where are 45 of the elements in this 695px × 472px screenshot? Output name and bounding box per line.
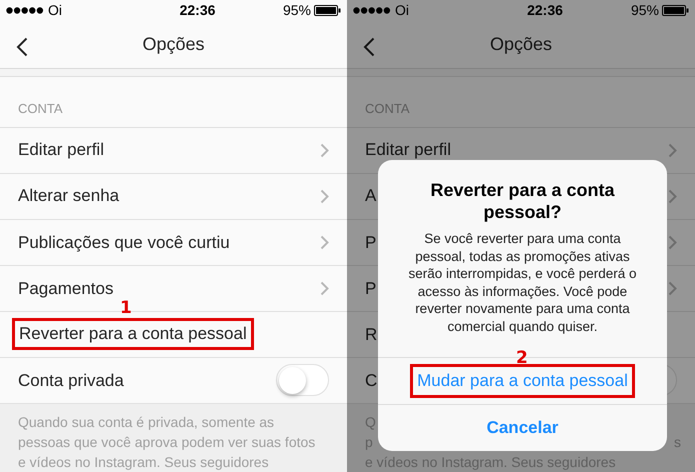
carrier-name: Oi <box>48 1 62 20</box>
battery-icon <box>314 5 341 16</box>
signal-icon <box>353 7 391 14</box>
dialog-action-button[interactable]: Mudar para a conta pessoal <box>410 364 635 398</box>
chevron-right-icon <box>320 188 329 204</box>
row-label[interactable]: Alterar senha <box>18 183 120 209</box>
chevron-right-icon <box>320 280 329 296</box>
annotation-number: 1 <box>120 297 132 320</box>
page-title: Opções <box>142 33 205 56</box>
row-label[interactable]: R <box>365 322 378 348</box>
battery-percent: 95% <box>630 1 659 20</box>
back-icon[interactable] <box>363 36 375 57</box>
page-title: Opções <box>490 33 552 56</box>
footer-text: Quando sua conta é privada, somente as <box>18 412 274 432</box>
chevron-right-icon <box>668 234 677 250</box>
clock-time: 22:36 <box>180 1 216 20</box>
chevron-right-icon <box>668 142 677 158</box>
footer-text: e vídeos no Instagram. Seus seguidores <box>18 452 269 472</box>
battery-percent: 95% <box>282 1 311 20</box>
signal-icon <box>6 7 44 14</box>
row-label[interactable]: Pagamentos <box>18 276 114 302</box>
section-header: CONTA <box>365 100 410 118</box>
row-label[interactable]: P <box>365 276 376 302</box>
row-label[interactable]: Conta privada <box>18 368 124 394</box>
chevron-right-icon <box>668 280 677 296</box>
battery-icon <box>662 5 689 16</box>
row-label[interactable]: Editar perfil <box>18 137 104 163</box>
row-label[interactable]: C <box>365 368 378 394</box>
chevron-right-icon <box>320 142 329 158</box>
row-label[interactable]: Reverter para a conta pessoal <box>12 318 254 350</box>
back-icon[interactable] <box>16 36 28 57</box>
chevron-right-icon <box>320 234 329 250</box>
dialog-action-button[interactable]: Cancelar <box>486 415 558 441</box>
clock-time: 22:36 <box>527 1 563 20</box>
row-label[interactable]: Publicações que você curtiu <box>18 230 230 255</box>
chevron-right-icon <box>668 188 677 204</box>
carrier-name: Oi <box>395 1 409 20</box>
footer-text: pessoas que você aprova podem ver suas fotos <box>18 432 316 452</box>
toggle-switch[interactable] <box>276 364 329 396</box>
row-label[interactable]: Editar perfil <box>365 137 451 163</box>
row-label[interactable]: P <box>365 230 376 255</box>
dialog-title: Reverter para a conta pessoal? <box>429 179 616 223</box>
row-label[interactable]: A <box>365 183 376 209</box>
section-header: CONTA <box>18 100 63 118</box>
dialog-message: Se você reverter para uma conta pessoal, todas as promoções ativas serão interrompidas, e você perderá o acesso às informações. Você pode reverter novamente para uma conta comercial quando quiser. <box>408 230 637 335</box>
